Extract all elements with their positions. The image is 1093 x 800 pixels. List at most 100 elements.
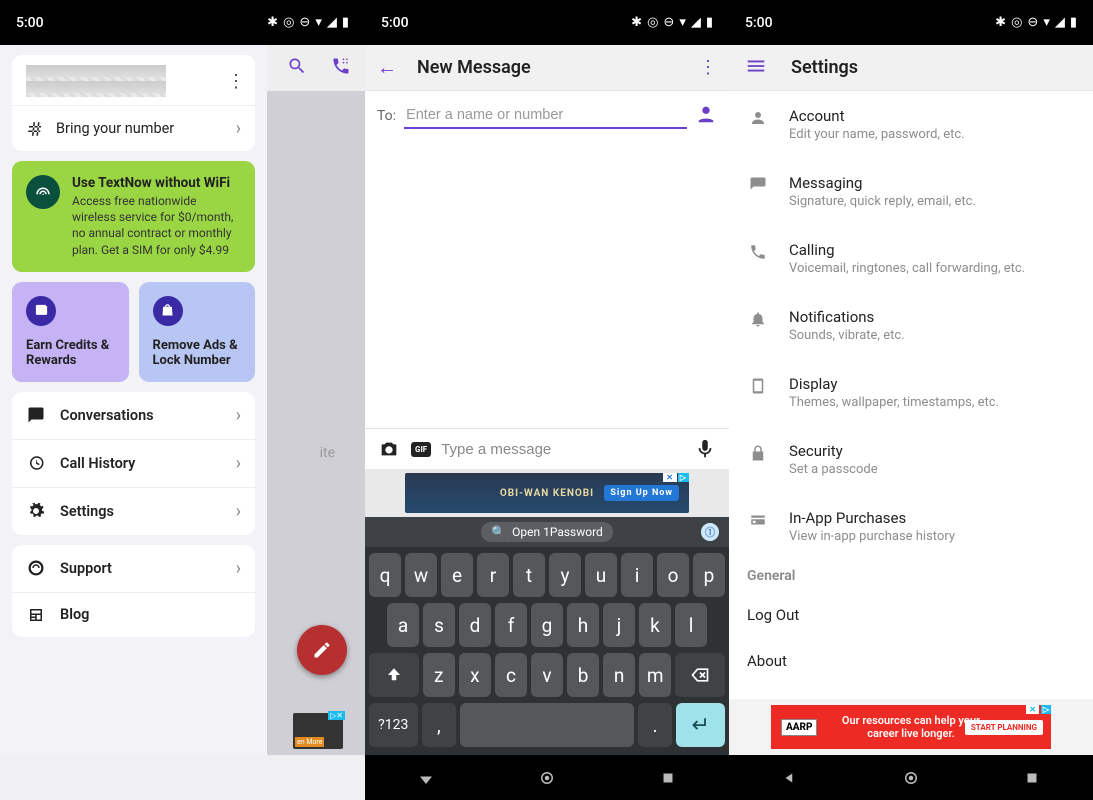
key-y[interactable]: y bbox=[549, 553, 581, 597]
compose-header: ← New Message ⋮ bbox=[365, 45, 729, 91]
compose-fab[interactable] bbox=[297, 625, 347, 675]
settings-item-icon bbox=[747, 241, 769, 261]
search-icon[interactable] bbox=[279, 56, 315, 80]
comma-key[interactable]: , bbox=[422, 703, 457, 747]
message-input[interactable] bbox=[441, 441, 683, 458]
ad-signup-btn[interactable]: Sign Up Now bbox=[604, 485, 679, 501]
settings-item-icon bbox=[747, 509, 769, 529]
gif-icon[interactable]: GIF bbox=[411, 442, 431, 457]
overflow-icon[interactable]: ⋮ bbox=[699, 57, 717, 78]
section-general: General bbox=[729, 560, 1093, 592]
clock: 5:00 bbox=[381, 15, 409, 31]
more-icon[interactable]: ⋮ bbox=[227, 71, 245, 92]
space-key[interactable] bbox=[460, 703, 633, 747]
menu-conversations[interactable]: Conversations › bbox=[12, 392, 255, 440]
ad-banner[interactable]: OBI-WAN KENOBI Sign Up Now ✕ ▷ bbox=[365, 469, 729, 517]
key-w[interactable]: w bbox=[405, 553, 437, 597]
mic-icon[interactable] bbox=[693, 437, 717, 461]
key-k[interactable]: k bbox=[639, 603, 671, 647]
key-z[interactable]: z bbox=[423, 653, 455, 697]
key-p[interactable]: p bbox=[693, 553, 725, 597]
remove-ads-card[interactable]: Remove Ads & Lock Number bbox=[139, 282, 256, 382]
key-d[interactable]: d bbox=[459, 603, 491, 647]
row-about[interactable]: About bbox=[729, 638, 1093, 684]
settings-account[interactable]: AccountEdit your name, password, etc. bbox=[729, 91, 1093, 158]
menu-settings[interactable]: Settings › bbox=[12, 488, 255, 535]
menu-icon[interactable] bbox=[745, 55, 767, 81]
nav-back[interactable] bbox=[760, 769, 820, 787]
back-arrow-icon[interactable]: ← bbox=[377, 55, 397, 80]
ad-cta: en More bbox=[295, 737, 324, 747]
key-i[interactable]: i bbox=[621, 553, 653, 597]
symbols-key[interactable]: ?123 bbox=[369, 703, 418, 747]
screen-drawer: 5:00 ✱ ◎ ⊖ ▾ ◢ ▮ ite ▷✕ en More bbox=[0, 0, 365, 800]
key-g[interactable]: g bbox=[531, 603, 563, 647]
period-key[interactable]: . bbox=[638, 703, 673, 747]
key-e[interactable]: e bbox=[441, 553, 473, 597]
dnd-icon: ⊖ bbox=[663, 15, 674, 30]
settings-item-label: Notifications bbox=[789, 308, 905, 326]
to-input[interactable] bbox=[404, 103, 687, 129]
status-icons: ✱ ◎ ⊖ ▾ ◢ ▮ bbox=[267, 15, 349, 30]
key-q[interactable]: q bbox=[369, 553, 401, 597]
open-1password-chip[interactable]: 🔍 Open 1Password bbox=[481, 522, 613, 542]
backspace-key[interactable] bbox=[675, 653, 725, 697]
key-x[interactable]: x bbox=[459, 653, 491, 697]
dialpad-icon[interactable] bbox=[323, 56, 359, 80]
small-ad[interactable]: ▷✕ en More bbox=[293, 713, 343, 749]
settings-display[interactable]: DisplayThemes, wallpaper, timestamps, et… bbox=[729, 359, 1093, 426]
key-j[interactable]: j bbox=[603, 603, 635, 647]
key-t[interactable]: t bbox=[513, 553, 545, 597]
nav-back[interactable] bbox=[396, 769, 456, 787]
key-a[interactable]: a bbox=[387, 603, 419, 647]
key-v[interactable]: v bbox=[531, 653, 563, 697]
settings-security[interactable]: SecuritySet a passcode bbox=[729, 426, 1093, 493]
key-m[interactable]: m bbox=[639, 653, 671, 697]
earn-credits-card[interactable]: Earn Credits & Rewards bbox=[12, 282, 129, 382]
promo-card[interactable]: Use TextNow without WiFi Access free nat… bbox=[12, 161, 255, 272]
shift-key[interactable] bbox=[369, 653, 419, 697]
key-s[interactable]: s bbox=[423, 603, 455, 647]
gear-icon bbox=[26, 502, 46, 520]
wifi-icon: ▾ bbox=[679, 15, 686, 30]
ad-close-icon[interactable]: ✕ bbox=[663, 473, 677, 482]
key-n[interactable]: n bbox=[603, 653, 635, 697]
1password-icon[interactable]: ⓵ bbox=[701, 523, 719, 541]
nav-home[interactable] bbox=[881, 769, 941, 787]
menu-support[interactable]: Support › bbox=[12, 545, 255, 593]
key-u[interactable]: u bbox=[585, 553, 617, 597]
key-h[interactable]: h bbox=[567, 603, 599, 647]
ad-banner[interactable]: AARP Our resources can help your career … bbox=[729, 699, 1093, 755]
key-r[interactable]: r bbox=[477, 553, 509, 597]
bag-icon bbox=[153, 296, 183, 326]
menu-supp-label: Support bbox=[60, 560, 112, 577]
row-logout[interactable]: Log Out bbox=[729, 592, 1093, 638]
key-l[interactable]: l bbox=[675, 603, 707, 647]
profile-card: ⋮ Bring your number › bbox=[12, 55, 255, 151]
menu-call-history[interactable]: Call History › bbox=[12, 440, 255, 488]
nav-recent[interactable] bbox=[1002, 769, 1062, 787]
nav-recent[interactable] bbox=[638, 769, 698, 787]
settings-messaging[interactable]: MessagingSignature, quick reply, email, … bbox=[729, 158, 1093, 225]
status-bar: 5:00 ✱ ◎ ⊖ ▾ ◢ ▮ bbox=[0, 0, 365, 45]
profile-info-obscured bbox=[26, 65, 166, 97]
settings-calling[interactable]: CallingVoicemail, ringtones, call forwar… bbox=[729, 225, 1093, 292]
key-b[interactable]: b bbox=[567, 653, 599, 697]
menu-blog[interactable]: Blog bbox=[12, 593, 255, 637]
key-o[interactable]: o bbox=[657, 553, 689, 597]
battery-icon: ▮ bbox=[342, 15, 349, 30]
settings-notifications[interactable]: NotificationsSounds, vibrate, etc. bbox=[729, 292, 1093, 359]
camera-icon[interactable] bbox=[377, 437, 401, 461]
nav-menu-1: Conversations › Call History › Settings … bbox=[12, 392, 255, 535]
status-icons: ✱ ◎ ⊖ ▾ ◢ ▮ bbox=[995, 15, 1077, 30]
settings-list: AccountEdit your name, password, etc.Mes… bbox=[729, 91, 1093, 560]
key-c[interactable]: c bbox=[495, 653, 527, 697]
settings-in-app-purchases[interactable]: In-App PurchasesView in-app purchase his… bbox=[729, 493, 1093, 560]
add-contact-icon[interactable] bbox=[695, 103, 717, 129]
bring-number-row[interactable]: Bring your number › bbox=[12, 105, 255, 151]
key-f[interactable]: f bbox=[495, 603, 527, 647]
nav-home[interactable] bbox=[517, 769, 577, 787]
enter-key[interactable]: ↵ bbox=[676, 703, 725, 747]
ad-close-icon[interactable]: ✕ bbox=[1026, 705, 1039, 714]
ad-cta-button[interactable]: START PLANNING bbox=[965, 720, 1043, 735]
